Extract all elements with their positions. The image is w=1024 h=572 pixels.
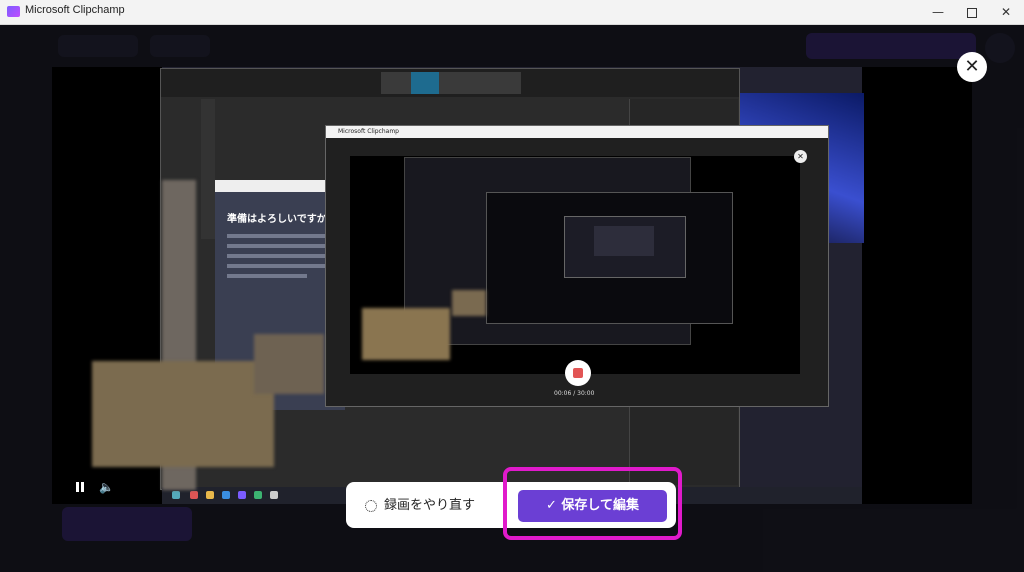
retake-icon: [365, 499, 377, 512]
close-window-button[interactable]: ✕: [988, 0, 1024, 24]
taskbar-icon: [206, 491, 214, 499]
thumbnail-active: [411, 72, 439, 94]
nested-layer: [594, 226, 654, 256]
slide-title: 準備はよろしいですか: [227, 214, 327, 225]
tool-palette: [201, 99, 215, 239]
maximize-icon: [967, 8, 977, 18]
highlight-annotation: [503, 467, 682, 540]
taskbar-icon: [238, 491, 246, 499]
taskbar-icon: [222, 491, 230, 499]
nested-close-icon: ✕: [794, 150, 807, 163]
nested-timer: 00:06 / 30:00: [554, 390, 595, 397]
retake-button[interactable]: 録画をやり直す: [365, 494, 475, 516]
window-title: Microsoft Clipchamp: [25, 4, 125, 16]
redacted-region: [452, 290, 486, 316]
taskbar-icon: [270, 491, 278, 499]
close-preview-button[interactable]: ✕: [957, 52, 987, 82]
window-titlebar: Microsoft Clipchamp — ✕: [0, 0, 1024, 25]
volume-button[interactable]: 🔈: [99, 480, 114, 494]
editor-menubar: [161, 69, 739, 97]
redacted-region: [362, 308, 450, 360]
pause-button[interactable]: [73, 479, 87, 495]
minimize-button[interactable]: —: [920, 0, 956, 24]
clipchamp-icon: [7, 6, 20, 17]
redacted-region: [254, 334, 324, 394]
nested-window-title: Microsoft Clipchamp: [326, 126, 828, 138]
taskbar-icon: [190, 491, 198, 499]
taskbar-icon: [172, 491, 180, 499]
thumbnail-strip: [381, 72, 521, 94]
redacted-region: [92, 361, 274, 467]
nested-recording-window: Microsoft Clipchamp ✕ 00:06 / 30:00: [325, 125, 829, 407]
maximize-button[interactable]: [954, 0, 990, 24]
retake-label: 録画をやり直す: [384, 498, 476, 513]
nested-record-icon: [565, 360, 591, 386]
taskbar-icon: [254, 491, 262, 499]
pause-icon: [76, 482, 79, 492]
